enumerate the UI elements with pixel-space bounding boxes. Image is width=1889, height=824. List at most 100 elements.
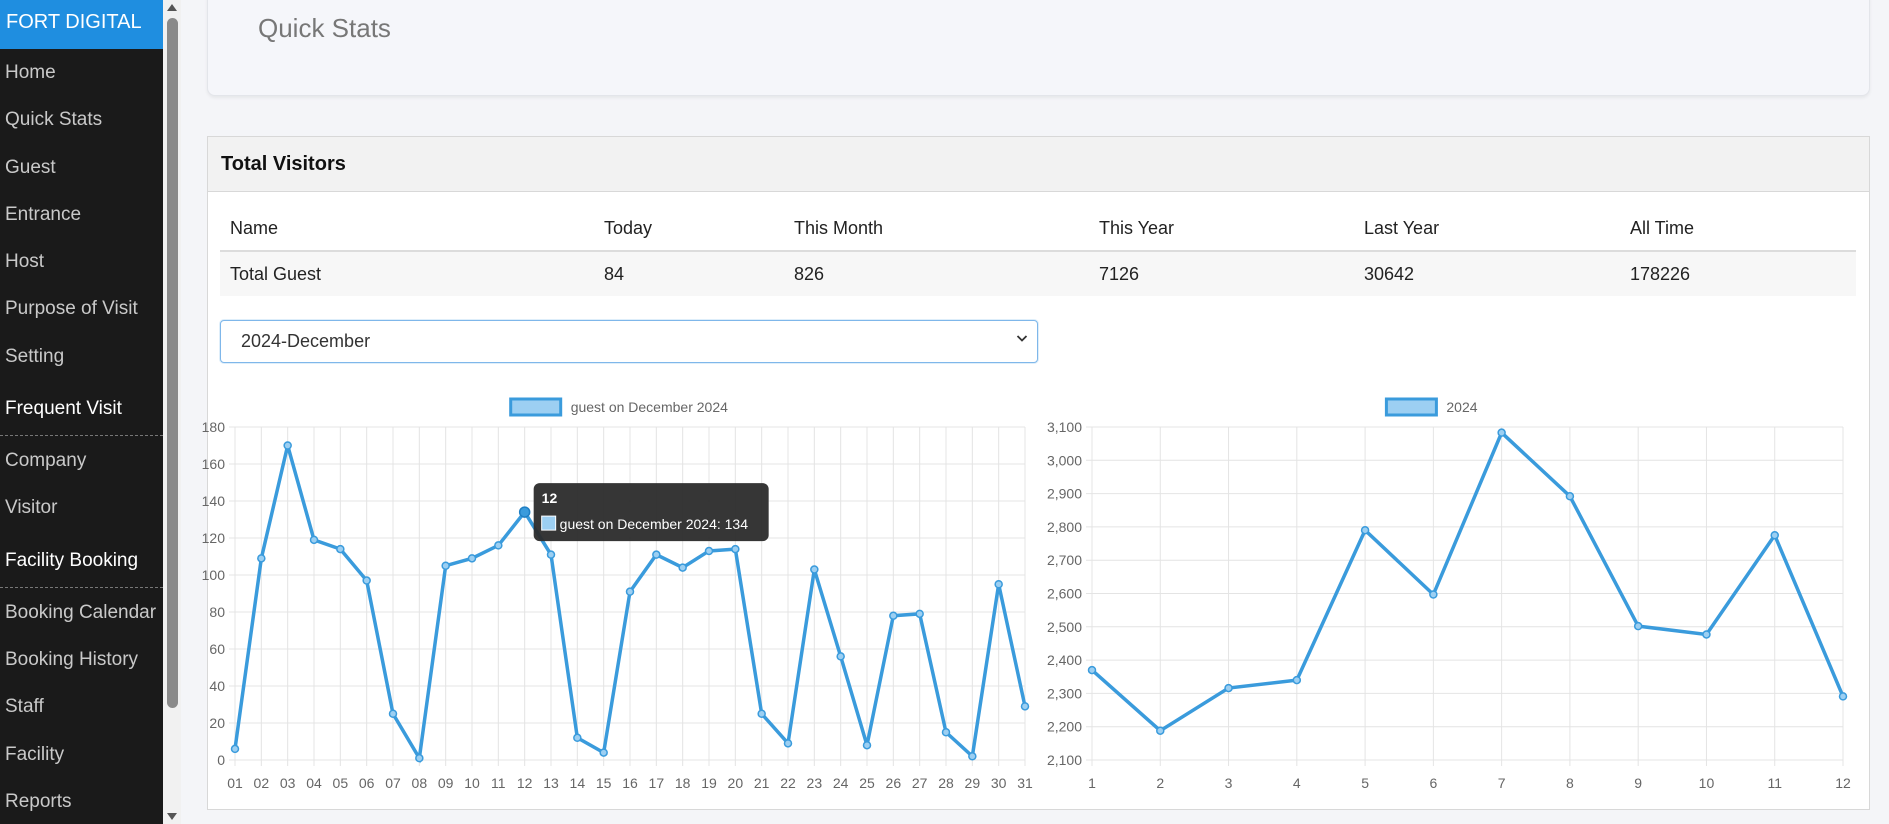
data-point (652, 550, 661, 559)
x-tick-label: 29 (965, 775, 981, 791)
data-point (625, 587, 635, 596)
x-tick-label: 05 (333, 775, 349, 791)
x-tick-label: 06 (359, 775, 375, 791)
x-tick-label: 1 (1088, 775, 1096, 791)
sidebar-item-purpose-of-visit[interactable]: Purpose of Visit (0, 285, 163, 332)
y-tick-label: 2,600 (1047, 586, 1082, 602)
column-header: All Time (1620, 206, 1856, 252)
x-tick-label: 10 (1699, 775, 1715, 791)
scroll-up-arrow-icon[interactable] (167, 4, 177, 11)
table-cell: 84 (594, 251, 784, 296)
data-point (415, 753, 424, 763)
data-point (388, 709, 398, 718)
data-point (941, 728, 951, 737)
x-tick-label: 26 (886, 775, 902, 791)
x-tick-label: 25 (859, 775, 875, 791)
data-point (1360, 525, 1370, 535)
chevron-down-icon (1016, 335, 1028, 342)
x-tick-label: 30 (991, 775, 1007, 791)
table-cell: 826 (784, 251, 1089, 296)
data-point-active (518, 506, 531, 518)
data-point (1565, 492, 1575, 501)
y-tick-label: 120 (202, 530, 226, 546)
daily-guest-chart: 0 20 40 60 80 100 120 140 160 180 01 02 03 04 05 06 07 08… (202, 397, 1033, 791)
scroll-down-arrow-icon[interactable] (167, 813, 177, 820)
y-tick-label: 0 (217, 752, 225, 768)
table-cell: 178226 (1620, 251, 1856, 296)
table-cell: 7126 (1089, 251, 1354, 296)
data-point (283, 441, 292, 450)
x-tick-label: 5 (1361, 775, 1369, 791)
data-point (968, 752, 977, 761)
sidebar-item-host[interactable]: Host (0, 238, 163, 285)
data-point (889, 611, 898, 620)
x-tick-label: 27 (912, 775, 928, 791)
data-point (994, 580, 1003, 589)
sidebar-item-entrance[interactable]: Entrance (0, 191, 163, 238)
x-tick-label: 12 (517, 775, 533, 791)
x-tick-label: 3 (1225, 775, 1233, 791)
sidebar-item-home[interactable]: Home (0, 49, 163, 96)
table-cell: 30642 (1354, 251, 1620, 296)
y-tick-label: 140 (202, 493, 226, 509)
y-tick-label: 2,700 (1047, 552, 1082, 568)
data-point (678, 563, 687, 572)
data-point (757, 709, 766, 718)
x-tick-label: 02 (254, 775, 270, 791)
sidebar-item-setting[interactable]: Setting (0, 333, 163, 380)
data-point (731, 544, 740, 554)
y-tick-label: 100 (202, 567, 226, 583)
x-tick-label: 15 (596, 775, 612, 791)
legend-label: guest on December 2024 (571, 399, 728, 415)
column-header: This Month (784, 206, 1089, 252)
data-point (704, 546, 714, 556)
x-tick-label: 04 (306, 775, 322, 791)
data-point (599, 748, 608, 757)
y-tick-label: 2,400 (1047, 652, 1082, 668)
x-tick-label: 11 (1767, 775, 1782, 791)
tooltip-swatch (541, 515, 557, 531)
legend-swatch (1384, 397, 1438, 417)
data-point (1770, 530, 1779, 540)
x-tick-label: 9 (1634, 775, 1642, 791)
sidebar-item-guest[interactable]: Guest (0, 144, 163, 191)
x-tick-label: 14 (570, 775, 586, 791)
x-tick-label: 09 (438, 775, 454, 791)
x-tick-label: 8 (1566, 775, 1574, 791)
y-tick-label: 180 (202, 419, 226, 435)
column-header: Last Year (1354, 206, 1620, 252)
x-tick-label: 23 (807, 775, 823, 791)
y-tick-label: 40 (209, 678, 225, 694)
data-point (309, 535, 319, 545)
x-tick-label: 7 (1498, 775, 1506, 791)
sidebar-item-quick-stats[interactable]: Quick Stats (0, 96, 163, 143)
tooltip-label: guest on December 2024: 134 (560, 516, 749, 532)
data-point (1156, 726, 1165, 735)
x-tick-label: 11 (491, 775, 506, 791)
y-tick-label: 2,100 (1047, 752, 1082, 768)
x-tick-label: 2 (1156, 775, 1164, 791)
data-point (915, 609, 924, 619)
x-tick-label: 18 (675, 775, 691, 791)
x-tick-label: 20 (728, 775, 744, 791)
monthly-guest-chart: 2,100 2,200 2,300 2,400 2,500 2,600 2,700 2,800… (1047, 397, 1851, 791)
data-point (1838, 692, 1848, 701)
y-tick-label: 160 (202, 456, 226, 472)
y-tick-label: 20 (209, 715, 225, 731)
page-title: Quick Stats (258, 13, 391, 43)
data-point (1633, 621, 1643, 631)
y-tick-label: 2,500 (1047, 619, 1082, 635)
data-point (257, 554, 266, 563)
data-point (467, 554, 477, 563)
data-point (810, 565, 819, 574)
y-tick-label: 2,300 (1047, 685, 1082, 701)
x-tick-label: 08 (412, 775, 428, 791)
month-select[interactable]: 2024-December (220, 320, 1038, 363)
x-tick-label: 12 (1835, 775, 1851, 791)
x-tick-label: 17 (649, 775, 665, 791)
y-tick-label: 2,800 (1047, 519, 1082, 535)
data-point (1224, 683, 1233, 693)
legend-swatch (509, 397, 563, 417)
brand-logo[interactable]: FORT DIGITAL (0, 0, 163, 49)
y-tick-label: 80 (209, 604, 225, 620)
